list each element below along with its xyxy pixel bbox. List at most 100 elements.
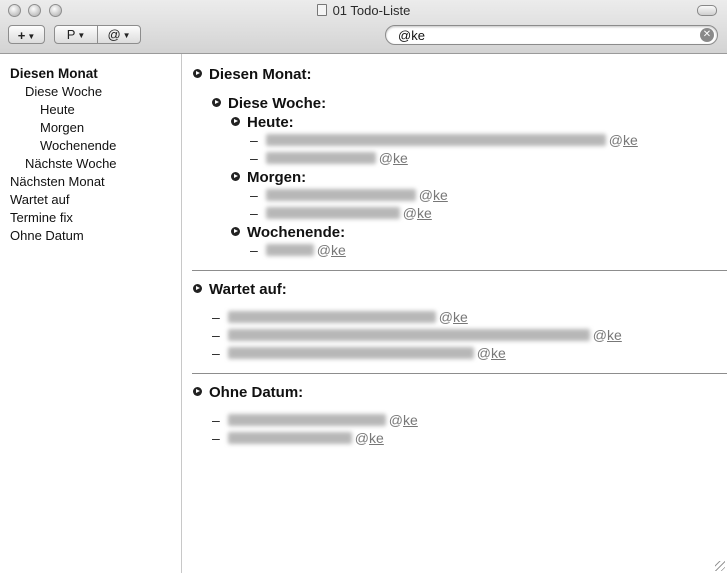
task-dash: – xyxy=(212,430,220,446)
sidebar-item-diesen-monat[interactable]: Diesen Monat xyxy=(10,66,98,81)
task-item[interactable]: – @ke xyxy=(212,327,622,343)
task-item[interactable]: – @ke xyxy=(212,345,506,361)
context-tag[interactable]: @ke xyxy=(593,327,622,343)
redacted-task-text xyxy=(265,244,314,256)
task-item[interactable]: – @ke xyxy=(250,132,638,148)
redacted-task-text xyxy=(227,414,386,426)
task-dash: – xyxy=(212,345,220,361)
search-field: ✕ xyxy=(385,25,718,45)
context-filter-label: @ xyxy=(107,27,121,42)
chevron-down-icon: ▼ xyxy=(77,31,86,40)
tag-name: ke xyxy=(623,132,638,148)
task-item[interactable]: – @ke xyxy=(212,430,384,446)
toolbar-toggle-button[interactable] xyxy=(697,5,717,16)
context-tag[interactable]: @ke xyxy=(389,412,418,428)
context-tag[interactable]: @ke xyxy=(609,132,638,148)
add-button[interactable]: + ▼ xyxy=(8,25,45,44)
tag-prefix: @ xyxy=(378,150,394,166)
context-tag[interactable]: @ke xyxy=(403,205,432,221)
tag-prefix: @ xyxy=(402,205,418,221)
disclosure-toggle-icon[interactable] xyxy=(212,98,221,107)
section-header-heute[interactable]: Heute: xyxy=(231,114,294,131)
filter-segmented-control: P ▼ @ ▼ xyxy=(54,25,141,44)
tag-prefix: @ xyxy=(388,412,404,428)
window-titlebar: 01 Todo-Liste +▼ P▼ @▼ ✕ xyxy=(0,0,727,54)
disclosure-toggle-icon[interactable] xyxy=(231,172,240,181)
sidebar-item-wartet-auf[interactable]: Wartet auf xyxy=(10,192,69,207)
redacted-task-text xyxy=(227,329,590,341)
section-divider xyxy=(192,270,727,271)
task-item[interactable]: – @ke xyxy=(250,150,408,166)
tag-name: ke xyxy=(433,187,448,203)
clear-search-icon[interactable]: ✕ xyxy=(700,28,714,42)
sidebar-item-naechsten-monat[interactable]: Nächsten Monat xyxy=(10,174,105,189)
task-dash: – xyxy=(250,205,258,221)
task-dash: – xyxy=(212,309,220,325)
tag-prefix: @ xyxy=(438,309,454,325)
task-item[interactable]: – @ke xyxy=(212,309,468,325)
context-tag[interactable]: @ke xyxy=(379,150,408,166)
project-filter-label: P xyxy=(66,27,76,42)
disclosure-toggle-icon[interactable] xyxy=(193,69,202,78)
context-filter-button[interactable]: @ ▼ xyxy=(97,26,140,43)
context-tag[interactable]: @ke xyxy=(317,242,346,258)
sidebar-item-diese-woche[interactable]: Diese Woche xyxy=(25,84,102,99)
tag-prefix: @ xyxy=(592,327,608,343)
sidebar-item-morgen[interactable]: Morgen xyxy=(40,120,84,135)
tag-prefix: @ xyxy=(608,132,624,148)
section-title: Diese Woche: xyxy=(228,95,327,112)
task-dash: – xyxy=(212,327,220,343)
tag-name: ke xyxy=(453,309,468,325)
window-title-wrap: 01 Todo-Liste xyxy=(0,3,727,18)
chevron-down-icon: ▼ xyxy=(122,31,131,40)
sidebar-item-ohne-datum[interactable]: Ohne Datum xyxy=(10,228,84,243)
section-title: Wartet auf: xyxy=(209,281,287,298)
project-filter-button[interactable]: P ▼ xyxy=(55,26,97,43)
redacted-task-text xyxy=(227,432,352,444)
section-title: Morgen: xyxy=(247,169,307,186)
task-item[interactable]: – @ke xyxy=(250,242,346,258)
disclosure-toggle-icon[interactable] xyxy=(231,117,240,126)
redacted-task-text xyxy=(265,189,416,201)
tag-name: ke xyxy=(403,412,418,428)
sidebar-item-termine-fix[interactable]: Termine fix xyxy=(10,210,73,225)
section-header-diese-woche[interactable]: Diese Woche: xyxy=(212,95,326,112)
sidebar: Diesen Monat Diese Woche Heute Morgen Wo… xyxy=(0,54,182,573)
section-header-morgen[interactable]: Morgen: xyxy=(231,169,306,186)
task-dash: – xyxy=(212,412,220,428)
task-dash: – xyxy=(250,150,258,166)
task-item[interactable]: – @ke xyxy=(212,412,418,428)
sidebar-item-naechste-woche[interactable]: Nächste Woche xyxy=(25,156,117,171)
document-icon xyxy=(316,4,327,16)
disclosure-toggle-icon[interactable] xyxy=(193,387,202,396)
context-tag[interactable]: @ke xyxy=(477,345,506,361)
sidebar-item-wochenende[interactable]: Wochenende xyxy=(40,138,116,153)
section-header-ohne-datum[interactable]: Ohne Datum: xyxy=(193,384,303,401)
redacted-task-text xyxy=(227,311,436,323)
tag-prefix: @ xyxy=(418,187,434,203)
disclosure-toggle-icon[interactable] xyxy=(193,284,202,293)
tag-name: ke xyxy=(491,345,506,361)
task-item[interactable]: – @ke xyxy=(250,205,432,221)
disclosure-toggle-icon[interactable] xyxy=(231,227,240,236)
section-header-wochenende[interactable]: Wochenende: xyxy=(231,224,345,241)
context-tag[interactable]: @ke xyxy=(419,187,448,203)
tag-name: ke xyxy=(331,242,346,258)
task-dash: – xyxy=(250,187,258,203)
task-item[interactable]: – @ke xyxy=(250,187,448,203)
section-title: Heute: xyxy=(247,114,294,131)
redacted-task-text xyxy=(265,134,606,146)
context-tag[interactable]: @ke xyxy=(355,430,384,446)
resize-grip[interactable] xyxy=(715,561,725,571)
search-input[interactable] xyxy=(398,27,688,43)
tag-prefix: @ xyxy=(476,345,492,361)
section-header-wartet-auf[interactable]: Wartet auf: xyxy=(193,281,287,298)
tag-name: ke xyxy=(607,327,622,343)
sidebar-item-heute[interactable]: Heute xyxy=(40,102,75,117)
tag-name: ke xyxy=(417,205,432,221)
context-tag[interactable]: @ke xyxy=(439,309,468,325)
task-dash: – xyxy=(250,132,258,148)
section-title: Diesen Monat: xyxy=(209,66,312,83)
section-header-diesen-monat[interactable]: Diesen Monat: xyxy=(193,66,312,83)
section-title: Wochenende: xyxy=(247,224,346,241)
